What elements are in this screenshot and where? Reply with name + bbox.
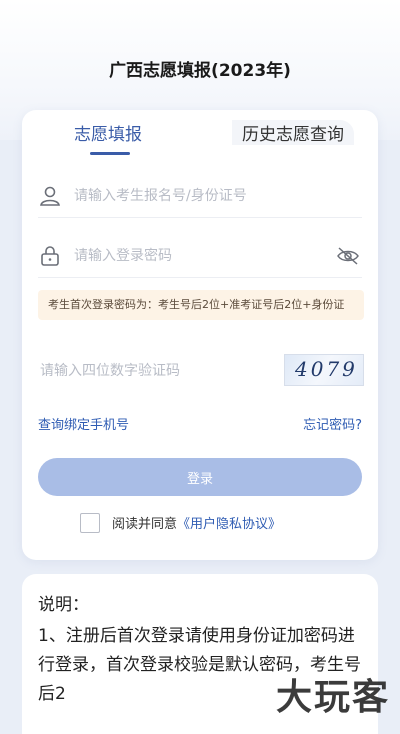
login-card: 志愿填报 历史志愿查询 考生首次登录密码为：考生号后2位+准考证号后2位+身份证… — [22, 110, 378, 560]
user-icon — [40, 186, 60, 206]
privacy-policy-link[interactable]: 《用户隐私协议》 — [177, 517, 281, 532]
agreement-text: 阅读并同意《用户隐私协议》 — [112, 513, 281, 532]
account-input[interactable] — [72, 180, 326, 212]
bind-phone-link[interactable]: 查询绑定手机号 — [38, 414, 129, 433]
login-notice: 考生首次登录密码为：考生号后2位+准考证号后2位+身份证 — [38, 290, 364, 320]
agree-checkbox[interactable] — [80, 513, 100, 533]
page-title: 广西志愿填报(2023年) — [109, 61, 291, 81]
password-field — [38, 234, 362, 278]
eye-hidden-icon[interactable] — [336, 246, 360, 266]
instructions-title: 说明： — [38, 595, 89, 615]
lock-icon — [41, 246, 59, 266]
login-button[interactable]: 登录 — [38, 458, 362, 496]
active-tab-indicator — [90, 152, 130, 155]
forgot-password-link[interactable]: 忘记密码? — [303, 414, 362, 433]
account-divider — [38, 217, 362, 218]
captcha-image[interactable]: 4079 — [284, 354, 364, 386]
captcha-input[interactable] — [38, 356, 272, 386]
tab-history-query[interactable]: 历史志愿查询 — [232, 120, 354, 145]
password-input[interactable] — [72, 240, 326, 272]
tab-bar: 志愿填报 历史志愿查询 — [22, 110, 378, 162]
account-field — [38, 174, 362, 218]
password-divider — [38, 277, 362, 278]
watermark: 大玩客 — [276, 677, 391, 718]
captcha-code: 4079 — [295, 357, 358, 381]
agree-prefix: 阅读并同意 — [112, 517, 178, 532]
tab-volunteer-fill[interactable]: 志愿填报 — [74, 120, 142, 145]
